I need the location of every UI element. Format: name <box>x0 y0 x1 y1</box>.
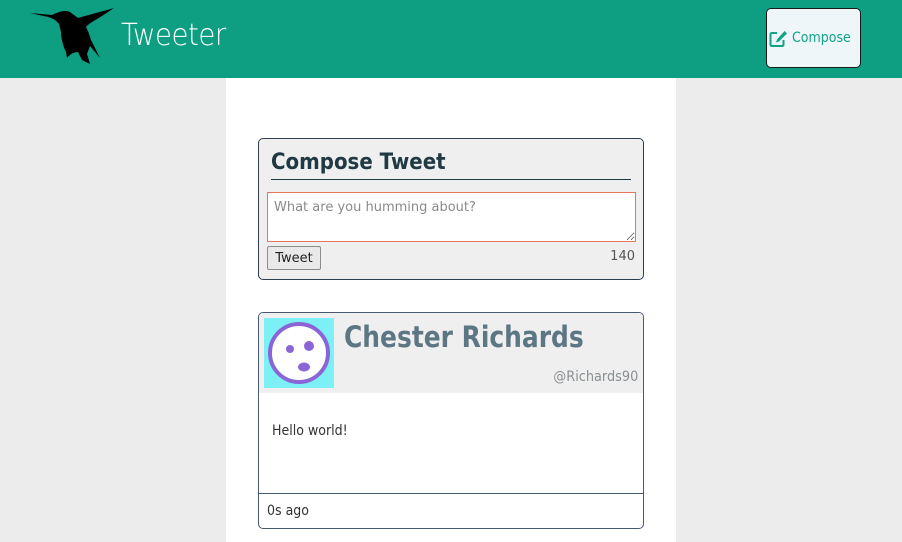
tweet-card: Chester Richards @Richards90 Hello world… <box>258 312 644 529</box>
title-divider <box>271 179 631 180</box>
tweet-timestamp: 0s ago <box>267 503 310 519</box>
author-name: Chester Richards <box>344 320 584 354</box>
compose-button[interactable]: Compose <box>766 8 861 68</box>
tweet-content: Hello world! <box>272 423 348 439</box>
author-handle: @Richards90 <box>553 369 638 385</box>
top-navbar: Tweeter Compose <box>0 0 902 78</box>
compose-tweet-title: Compose Tweet <box>271 150 446 175</box>
tweet-submit-button[interactable]: Tweet <box>267 246 321 270</box>
compose-button-label: Compose <box>792 30 852 46</box>
compose-tweet-box: Compose Tweet Tweet 140 <box>258 138 644 280</box>
avatar <box>264 318 334 388</box>
hummingbird-logo[interactable] <box>30 6 114 66</box>
tweet-textarea[interactable] <box>267 192 636 242</box>
face-avatar-icon <box>268 322 330 384</box>
character-counter: 140 <box>610 249 635 264</box>
main-container: Compose Tweet Tweet 140 Chester Richards… <box>226 78 676 542</box>
tweet-footer: 0s ago <box>259 493 643 528</box>
pencil-square-icon <box>769 30 788 47</box>
brand-title[interactable]: Tweeter <box>121 18 226 53</box>
tweet-header: Chester Richards @Richards90 <box>259 313 643 393</box>
